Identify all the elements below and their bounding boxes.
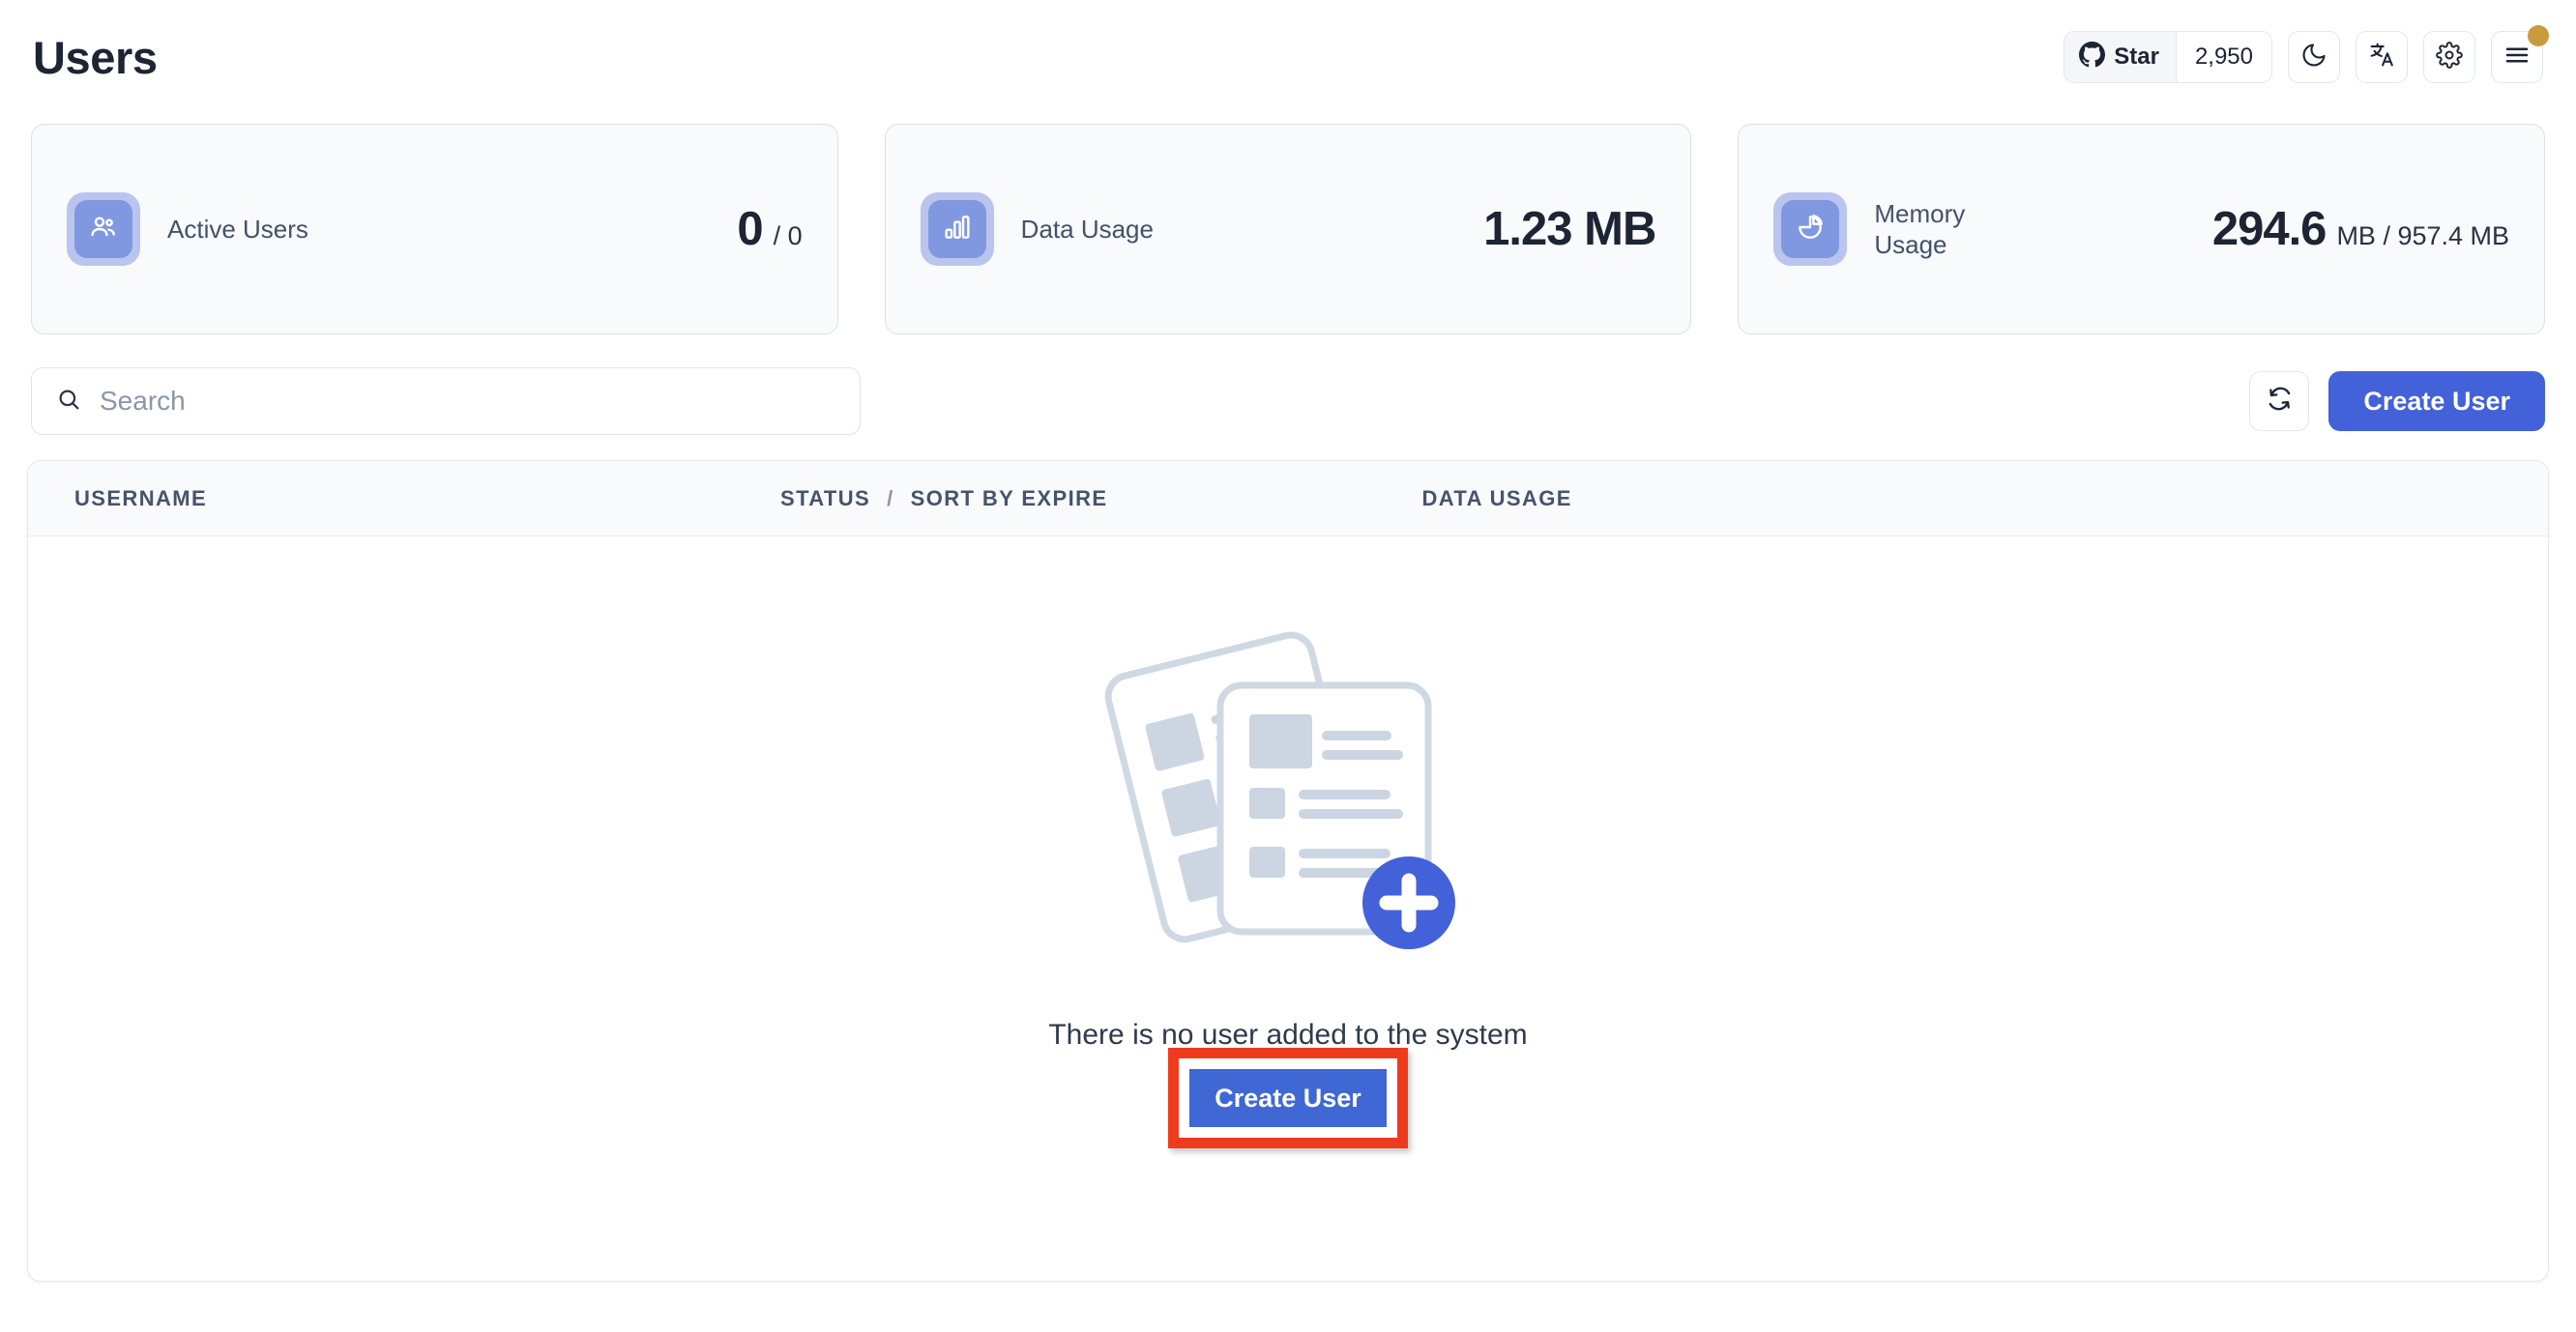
bar-chart-icon — [942, 212, 973, 247]
stat-card-data-usage: Data Usage 1.23 MB — [884, 124, 1692, 334]
stat-label-memory-usage: Memory Usage — [1874, 198, 1966, 260]
menu-button[interactable] — [2491, 25, 2549, 83]
pie-chart-icon — [1795, 212, 1826, 247]
column-header-data-usage[interactable]: DATA USAGE — [1421, 486, 1571, 511]
stat-card-memory-usage: Memory Usage 294.6 MB / 957.4 MB — [1738, 124, 2546, 334]
page-header: Users Star 2,950 — [27, 0, 2549, 114]
stat-value-number: 294.6 — [2211, 203, 2327, 255]
stats-row: Active Users 0 / 0 Data Usage 1.23 MB Me… — [27, 124, 2549, 334]
moon-icon — [2300, 42, 2327, 73]
stat-card-active-users: Active Users 0 / 0 — [31, 124, 838, 334]
hamburger-icon — [2503, 41, 2532, 74]
dark-mode-toggle[interactable] — [2288, 31, 2340, 83]
users-page: Users Star 2,950 Active Users 0 / 0 Data… — [0, 0, 2576, 1332]
translate-icon — [2368, 41, 2396, 73]
column-header-sort-by-expire[interactable]: SORT BY EXPIRE — [911, 486, 1108, 511]
github-icon — [2079, 42, 2106, 72]
empty-state: There is no user added to the system Cre… — [28, 536, 2548, 1148]
stat-value-suffix: / 0 — [773, 221, 803, 250]
toolbar-actions: Create User — [2249, 371, 2545, 431]
github-star-button[interactable]: Star — [2064, 32, 2177, 82]
create-user-button-empty-state[interactable]: Create User — [1189, 1069, 1387, 1127]
column-header-username[interactable]: USERNAME — [74, 486, 780, 511]
language-button[interactable] — [2356, 31, 2408, 83]
table-header-row: USERNAME STATUS / SORT BY EXPIRE DATA US… — [28, 461, 2548, 536]
github-star-count[interactable]: 2,950 — [2176, 32, 2271, 82]
page-title: Users — [33, 31, 158, 83]
settings-button[interactable] — [2423, 31, 2475, 83]
stat-value-number: 0 — [737, 203, 763, 255]
header-actions: Star 2,950 — [2064, 25, 2549, 83]
empty-documents-add-icon — [1085, 618, 1491, 980]
users-table-panel: USERNAME STATUS / SORT BY EXPIRE DATA US… — [27, 460, 2549, 1282]
search-input[interactable]: Search — [31, 367, 861, 435]
toolbar: Search Create User — [27, 367, 2549, 435]
pie-chart-icon-ring — [1773, 192, 1848, 266]
github-star-widget[interactable]: Star 2,950 — [2064, 31, 2272, 83]
column-header-separator: / — [887, 485, 894, 510]
bar-chart-icon-ring — [920, 192, 994, 266]
users-icon — [88, 212, 119, 247]
column-header-status[interactable]: STATUS — [780, 486, 870, 511]
refresh-button[interactable] — [2249, 371, 2310, 431]
refresh-icon — [2266, 385, 2294, 418]
stat-label-data-usage: Data Usage — [1020, 214, 1154, 244]
github-star-label: Star — [2114, 43, 2159, 70]
stat-value-memory-usage: 294.6 MB / 957.4 MB — [2212, 202, 2509, 256]
search-placeholder: Search — [100, 386, 186, 416]
users-icon-ring — [67, 192, 140, 266]
stat-value-active-users: 0 / 0 — [737, 202, 802, 256]
create-user-button-toolbar[interactable]: Create User — [2328, 371, 2545, 431]
search-icon — [55, 386, 82, 418]
empty-state-create-user-wrapper: Create User — [1168, 1048, 1408, 1148]
column-header-status-expire: STATUS / SORT BY EXPIRE — [780, 486, 1107, 511]
stat-label-active-users: Active Users — [167, 214, 308, 244]
stat-value-number: 1.23 MB — [1483, 203, 1656, 255]
stat-value-suffix: MB / 957.4 MB — [2336, 221, 2510, 250]
stat-value-data-usage: 1.23 MB — [1483, 202, 1656, 256]
empty-state-message: There is no user added to the system — [1048, 1019, 1528, 1051]
notification-badge — [2528, 25, 2549, 46]
gear-icon — [2436, 41, 2463, 73]
